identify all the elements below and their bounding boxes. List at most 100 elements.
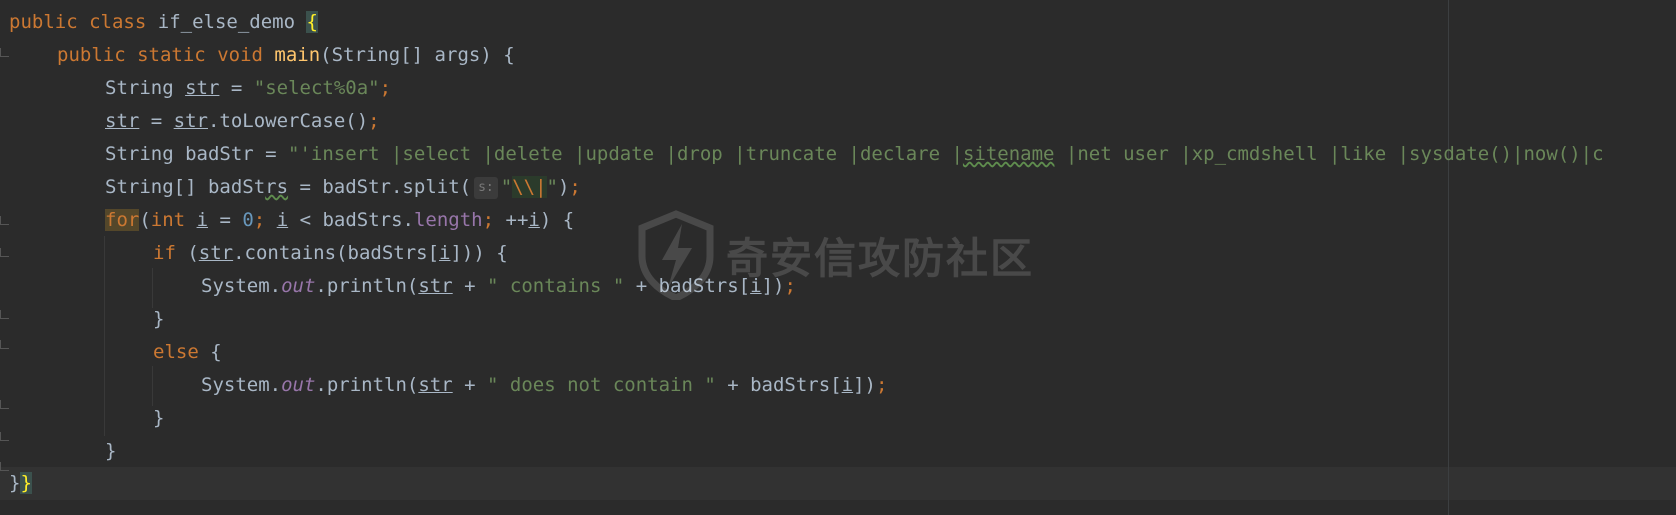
paren: ( [175,242,199,264]
variable: i [196,209,209,231]
type: String [105,77,174,99]
keyword: static [137,44,206,66]
watermark: 奇安信攻防社区 [636,210,1056,300]
brace: } [9,472,21,494]
variable: i [276,209,289,231]
variable: i [528,209,540,231]
code-line-1[interactable]: public class if_else_demo { [9,6,318,39]
variable: i [439,242,451,264]
operator: < badStrs. [288,209,414,231]
semicolon: ; [368,110,380,132]
keyword: void [217,44,263,66]
variable: str [198,242,234,264]
string-literal: "'insert |select |delete |update |drop |… [288,143,963,165]
brace: } [153,407,165,429]
string-literal: "select%0a" [253,77,380,99]
operator: + [452,275,488,297]
string-literal: " does not contain " [487,374,716,396]
method-call: .println( [315,374,419,396]
indent-guide [152,268,153,308]
method-params: (String[] args) { [320,44,515,66]
paren: ( [139,209,151,231]
indent-guide [104,236,105,436]
fold-marker-icon[interactable] [0,48,9,57]
operator: = [219,77,254,99]
fold-marker-icon[interactable] [0,340,9,349]
static-field: out [281,374,316,396]
fold-marker-icon[interactable] [0,400,9,409]
method-name: main [274,44,321,66]
code-line-8[interactable]: if (str.contains(badStrs[i])) { [153,237,508,270]
shield-bolt-icon [638,210,714,300]
semicolon: ; [875,374,888,396]
code-editor[interactable]: public class if_else_demo { public stati… [0,0,1676,515]
fold-marker-icon[interactable] [0,216,9,225]
fold-marker-icon[interactable] [0,432,9,441]
method-call: .toLowerCase() [207,110,369,132]
fold-marker-icon[interactable] [0,248,9,257]
keyword-else: else [153,341,199,363]
semicolon: ; [482,209,506,231]
variable: str [173,110,208,132]
paren: ) { [539,209,575,231]
brace: } [153,308,165,330]
declaration: String[] badSt [105,176,266,198]
class-name: if_else_demo [157,11,296,33]
code-line-6[interactable]: String[] badStrs = badStr.split(s: "\\|")… [105,171,581,204]
fold-marker-icon[interactable] [0,462,9,471]
variable: str [418,374,453,396]
class-ref: System. [201,275,282,297]
code-line-12[interactable]: System.out.println(str + " does not cont… [201,369,887,402]
code-line-3[interactable]: String str = "select%0a"; [105,72,391,105]
code-line-10[interactable]: } [153,303,164,336]
escape-sequence: \\| [512,176,547,198]
paren: ]) [853,374,876,396]
matched-brace: { [306,11,318,33]
method-call: = badStr.split( [288,176,472,198]
keyword: int [150,209,186,231]
operator: + [452,374,488,396]
static-field: out [281,275,316,297]
operator: ++ [505,209,529,231]
variable: str [105,110,140,132]
string-literal: |net user |xp_cmdshell |like |sysdate()|… [1054,143,1604,165]
code-line-11[interactable]: else { [153,336,222,369]
keyword-if: if [153,242,176,264]
code-line-2[interactable]: public static void main(String[] args) { [57,39,515,72]
string-literal: " contains " [487,275,625,297]
code-line-5[interactable]: String badStr = "'insert |select |delete… [105,138,1604,171]
method-call: .contains(badStrs[ [233,242,440,264]
code-line-14[interactable]: } [105,435,116,468]
number-literal: 0 [242,209,254,231]
code-line-13[interactable]: } [153,402,164,435]
code-line-4[interactable]: str = str.toLowerCase(); [105,105,380,138]
variable: str [418,275,453,297]
keyword-for: for [105,209,140,231]
brace: { [198,341,222,363]
fold-gutter [0,0,10,515]
operator: = [208,209,243,231]
method-call: .println( [315,275,419,297]
matched-brace: } [20,472,32,494]
string-quote: " [500,176,513,198]
paren: ])) { [450,242,508,264]
keyword: public [9,11,78,33]
field: length [413,209,483,231]
right-margin-guide [1448,0,1449,515]
string-quote: " [546,176,558,198]
operator: + badStrs[ [715,374,842,396]
watermark-text: 奇安信攻防社区 [726,233,1035,283]
typo-word: rs [265,176,289,198]
semicolon: ; [569,176,581,198]
keyword: class [89,11,147,33]
code-line-15[interactable]: }} [9,467,32,500]
indent-guide [152,366,153,406]
class-ref: System. [201,374,282,396]
code-line-7[interactable]: for(int i = 0; i < badStrs.length; ++i) … [105,204,574,237]
fold-marker-icon[interactable] [0,310,9,319]
declaration: String badStr = [105,143,289,165]
string-literal-typo: sitename [962,143,1055,165]
variable: str [185,77,220,99]
parameter-hint: s: [474,176,498,199]
keyword: public [57,44,126,66]
